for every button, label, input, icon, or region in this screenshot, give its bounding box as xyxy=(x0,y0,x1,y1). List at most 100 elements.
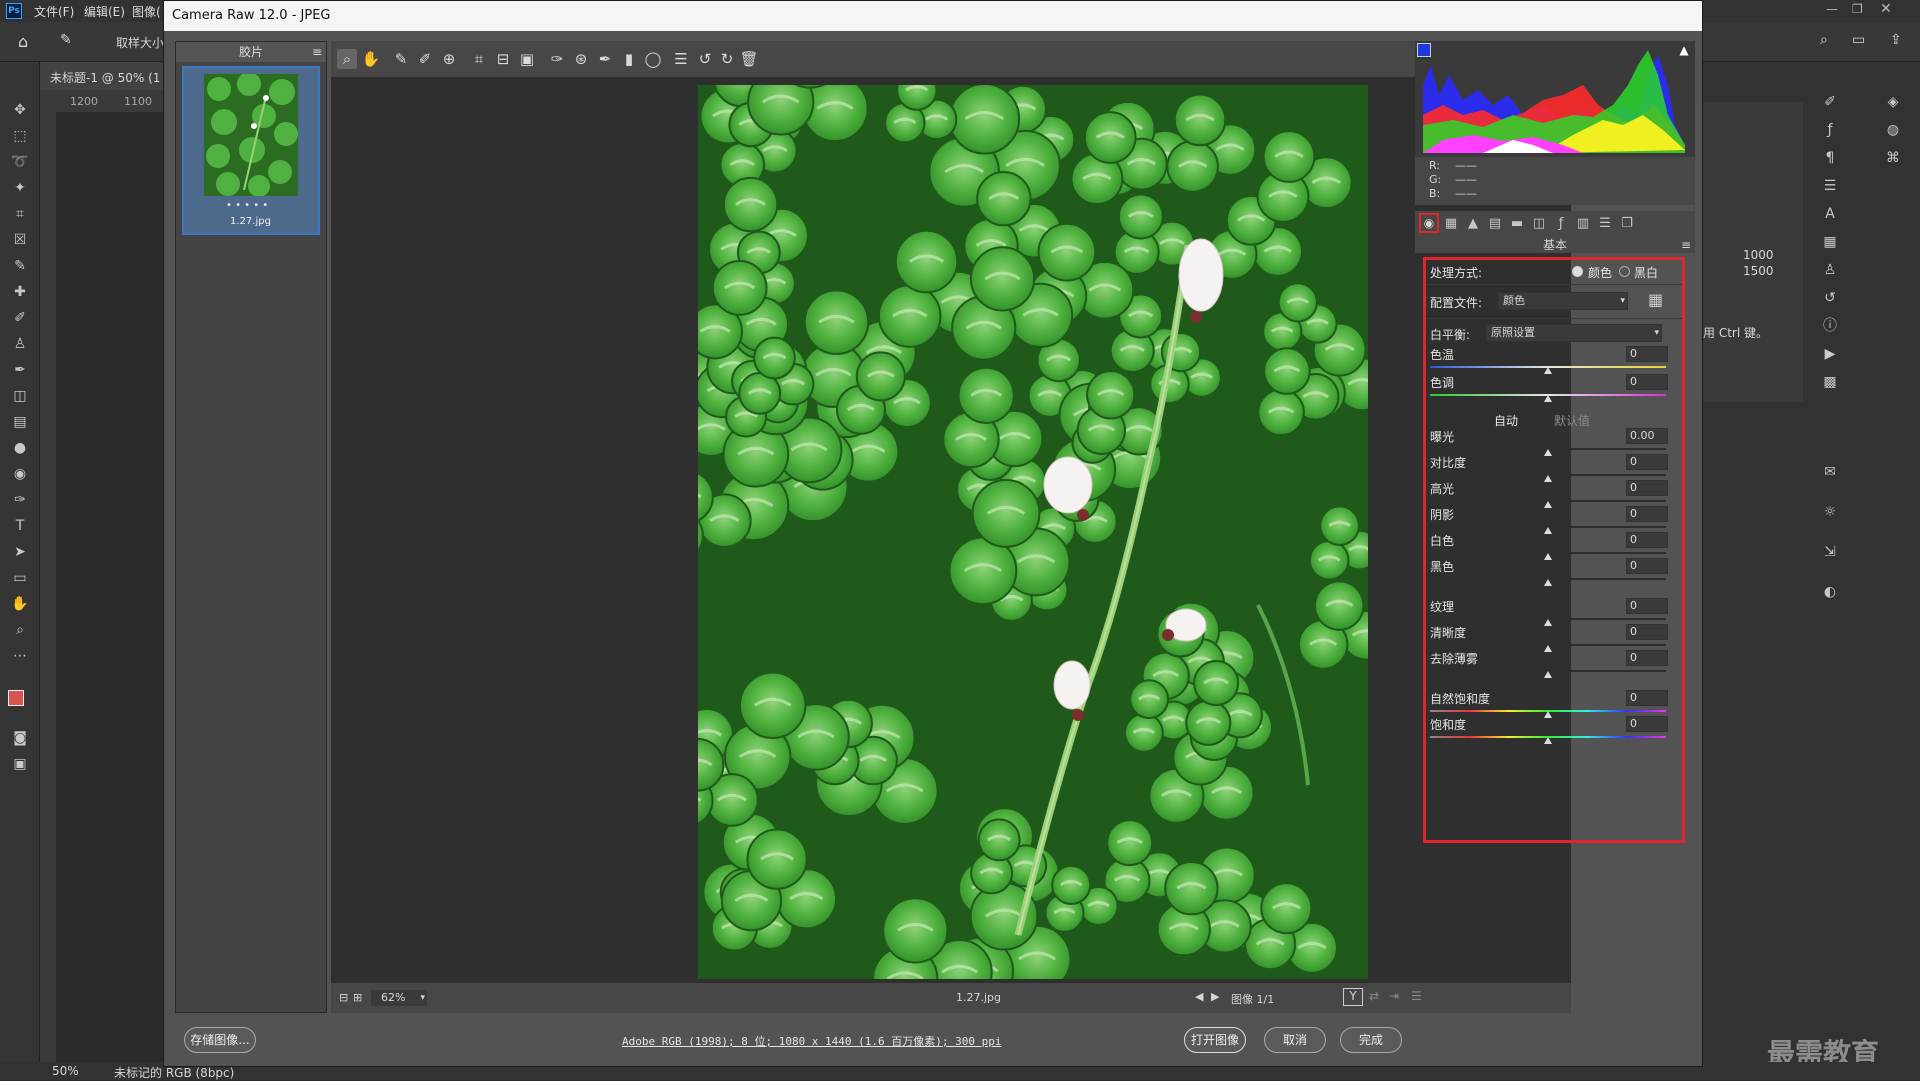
filmstrip-thumbnail[interactable]: • • • • • 1.27.jpg xyxy=(182,66,320,235)
type-tool-icon[interactable]: T xyxy=(10,516,30,536)
zoom-out-icon[interactable]: ⊟ xyxy=(339,991,348,1004)
slider-value-input[interactable]: 0 xyxy=(1626,506,1668,522)
lens-tab-icon[interactable]: ◫ xyxy=(1529,214,1549,234)
marquee-tool-icon[interactable]: ⬚ xyxy=(10,126,30,146)
menu-image[interactable]: 图像( xyxy=(132,3,161,20)
brush-tool-icon[interactable]: ✐ xyxy=(10,308,30,328)
slider-value-input[interactable]: 0.00 xyxy=(1626,428,1668,444)
paragraph-icon[interactable]: ¶ xyxy=(1820,148,1840,168)
slider-thumb[interactable] xyxy=(1544,671,1552,678)
blur-tool-icon[interactable]: ● xyxy=(10,438,30,458)
home-icon[interactable]: ⌂ xyxy=(18,32,28,51)
foreground-color-swatch[interactable] xyxy=(8,690,24,706)
brush-icon[interactable]: ✒ xyxy=(595,49,615,69)
paths-icon[interactable]: ⌘ xyxy=(1883,148,1903,168)
zoom-select[interactable]: 62% ▾ xyxy=(371,990,427,1006)
eraser-tool-icon[interactable]: ◫ xyxy=(10,386,30,406)
snapshots-tab-icon[interactable]: ❐ xyxy=(1617,214,1637,234)
lasso-tool-icon[interactable]: ➰ xyxy=(10,152,30,172)
copy-settings-icon[interactable]: ⇥ xyxy=(1389,989,1399,1003)
frame-tool-icon[interactable]: ☒ xyxy=(10,230,30,250)
calibration-tab-icon[interactable]: ▥ xyxy=(1573,214,1593,234)
rotate-right-icon[interactable]: ↻ xyxy=(717,49,737,69)
workflow-options-link[interactable]: Adobe RGB (1998); 8 位; 1080 x 1440 (1.6 … xyxy=(622,1033,1002,1049)
zoom-icon[interactable]: ⌕ xyxy=(337,49,357,69)
screen-mode-icon[interactable]: ▣ xyxy=(10,754,30,774)
more-tools-icon[interactable]: ⋯ xyxy=(10,646,30,666)
radial-filter-icon[interactable]: ◯ xyxy=(643,49,663,69)
slider-value-input[interactable]: 0 xyxy=(1626,690,1668,706)
before-after-icon[interactable]: Y xyxy=(1343,988,1363,1006)
preferences-icon[interactable]: ☰ xyxy=(671,49,691,69)
properties-icon[interactable]: ⓘ xyxy=(1820,316,1840,336)
zoom-in-icon[interactable]: ⊞ xyxy=(353,991,362,1004)
library-icon[interactable]: ▦ xyxy=(1820,232,1840,252)
crop-icon[interactable]: ⌗ xyxy=(469,49,489,69)
share-icon[interactable]: ⇪ xyxy=(1890,32,1902,48)
adjust-icon[interactable]: ☰ xyxy=(1820,176,1840,196)
menu-edit[interactable]: 编辑(E) xyxy=(84,3,125,20)
magic-wand-tool-icon[interactable]: ✦ xyxy=(10,178,30,198)
graduated-filter-icon[interactable]: ▮ xyxy=(619,49,639,69)
eyedropper-tool-icon[interactable]: ✎ xyxy=(60,32,72,48)
slider-value-input[interactable]: 0 xyxy=(1626,650,1668,666)
document-tab[interactable]: 未标题-1 @ 50% (1 xyxy=(40,62,166,90)
prev-image-icon[interactable]: ◀ xyxy=(1195,990,1203,1003)
profile-select[interactable]: 颜色 ▾ xyxy=(1498,292,1628,310)
white-balance-icon[interactable]: ✎ xyxy=(391,49,411,69)
slider-value-input[interactable]: 0 xyxy=(1626,598,1668,614)
crop-tool-icon[interactable]: ⌗ xyxy=(10,204,30,224)
zoom-tool-icon[interactable]: ⌕ xyxy=(10,620,30,640)
preview-canvas[interactable] xyxy=(331,77,1571,983)
redeye-icon[interactable]: ⊛ xyxy=(571,49,591,69)
effects-tab-icon[interactable]: ƒ xyxy=(1551,214,1571,234)
color-sampler-icon[interactable]: ✐ xyxy=(415,49,435,69)
next-image-icon[interactable]: ▶ xyxy=(1211,990,1219,1003)
channels-icon[interactable]: ◍ xyxy=(1883,120,1903,140)
save-image-button[interactable]: 存储图像... xyxy=(184,1027,256,1053)
hsl-tab-icon[interactable]: ▤ xyxy=(1485,214,1505,234)
hand-tool-icon[interactable]: ✋ xyxy=(10,594,30,614)
rotate-left-icon[interactable]: ↺ xyxy=(695,49,715,69)
slider-thumb[interactable] xyxy=(1544,579,1552,586)
wb-select[interactable]: 原照设置 ▾ xyxy=(1486,324,1662,342)
slider-thumb[interactable] xyxy=(1544,395,1552,402)
slider-value-input[interactable]: 0 xyxy=(1626,716,1668,732)
spot-removal-icon[interactable]: ✑ xyxy=(547,49,567,69)
stamp-tool-icon[interactable]: ♙ xyxy=(10,334,30,354)
default-link[interactable]: 默认值 xyxy=(1554,412,1590,429)
close-icon[interactable]: ✕ xyxy=(1880,1,1892,17)
eyedropper-tool-icon[interactable]: ✎ xyxy=(10,256,30,276)
swap-icon[interactable]: ⇄ xyxy=(1369,989,1379,1003)
hand-icon[interactable]: ✋ xyxy=(361,49,381,69)
stamp-icon[interactable]: ♙ xyxy=(1820,260,1840,280)
gradient-tool-icon[interactable]: ▤ xyxy=(10,412,30,432)
basic-tab-icon[interactable]: ◉ xyxy=(1419,213,1439,233)
slider-value-input[interactable]: 0 xyxy=(1626,558,1668,574)
quick-mask-icon[interactable]: ◙ xyxy=(10,728,30,748)
toggle-settings-icon[interactable]: ☰ xyxy=(1411,989,1422,1003)
circle-icon[interactable]: ◐ xyxy=(1820,582,1840,602)
export-icon[interactable]: ⇲ xyxy=(1820,542,1840,562)
workspace-icon[interactable]: ▭ xyxy=(1852,32,1865,48)
slider-value-input[interactable]: 0 xyxy=(1626,532,1668,548)
dodge-tool-icon[interactable]: ◉ xyxy=(10,464,30,484)
auto-link[interactable]: 自动 xyxy=(1494,412,1518,429)
panel-menu-icon[interactable]: ≡ xyxy=(1681,237,1691,253)
history-brush-icon[interactable]: ✒ xyxy=(10,360,30,380)
brush-settings-icon[interactable]: ✐ xyxy=(1820,92,1840,112)
slider-thumb[interactable] xyxy=(1544,737,1552,744)
slider-value-input[interactable]: 0 xyxy=(1626,480,1668,496)
process-bw-radio[interactable] xyxy=(1619,266,1630,277)
slider-value-input[interactable]: 0 xyxy=(1626,624,1668,640)
fx-icon[interactable]: ƒ xyxy=(1820,120,1840,140)
swatches-icon[interactable]: ▩ xyxy=(1820,372,1840,392)
layers-icon[interactable]: ◈ xyxy=(1883,92,1903,112)
split-tone-tab-icon[interactable]: ▬ xyxy=(1507,214,1527,234)
actions-icon[interactable]: ▶ xyxy=(1820,344,1840,364)
slider-value-input[interactable]: 0 xyxy=(1626,346,1668,362)
move-tool-icon[interactable]: ✥ xyxy=(10,100,30,120)
notes-icon[interactable]: ✉ xyxy=(1820,462,1840,482)
restore-icon[interactable]: ❐ xyxy=(1852,2,1863,16)
history-icon[interactable]: ↺ xyxy=(1820,288,1840,308)
